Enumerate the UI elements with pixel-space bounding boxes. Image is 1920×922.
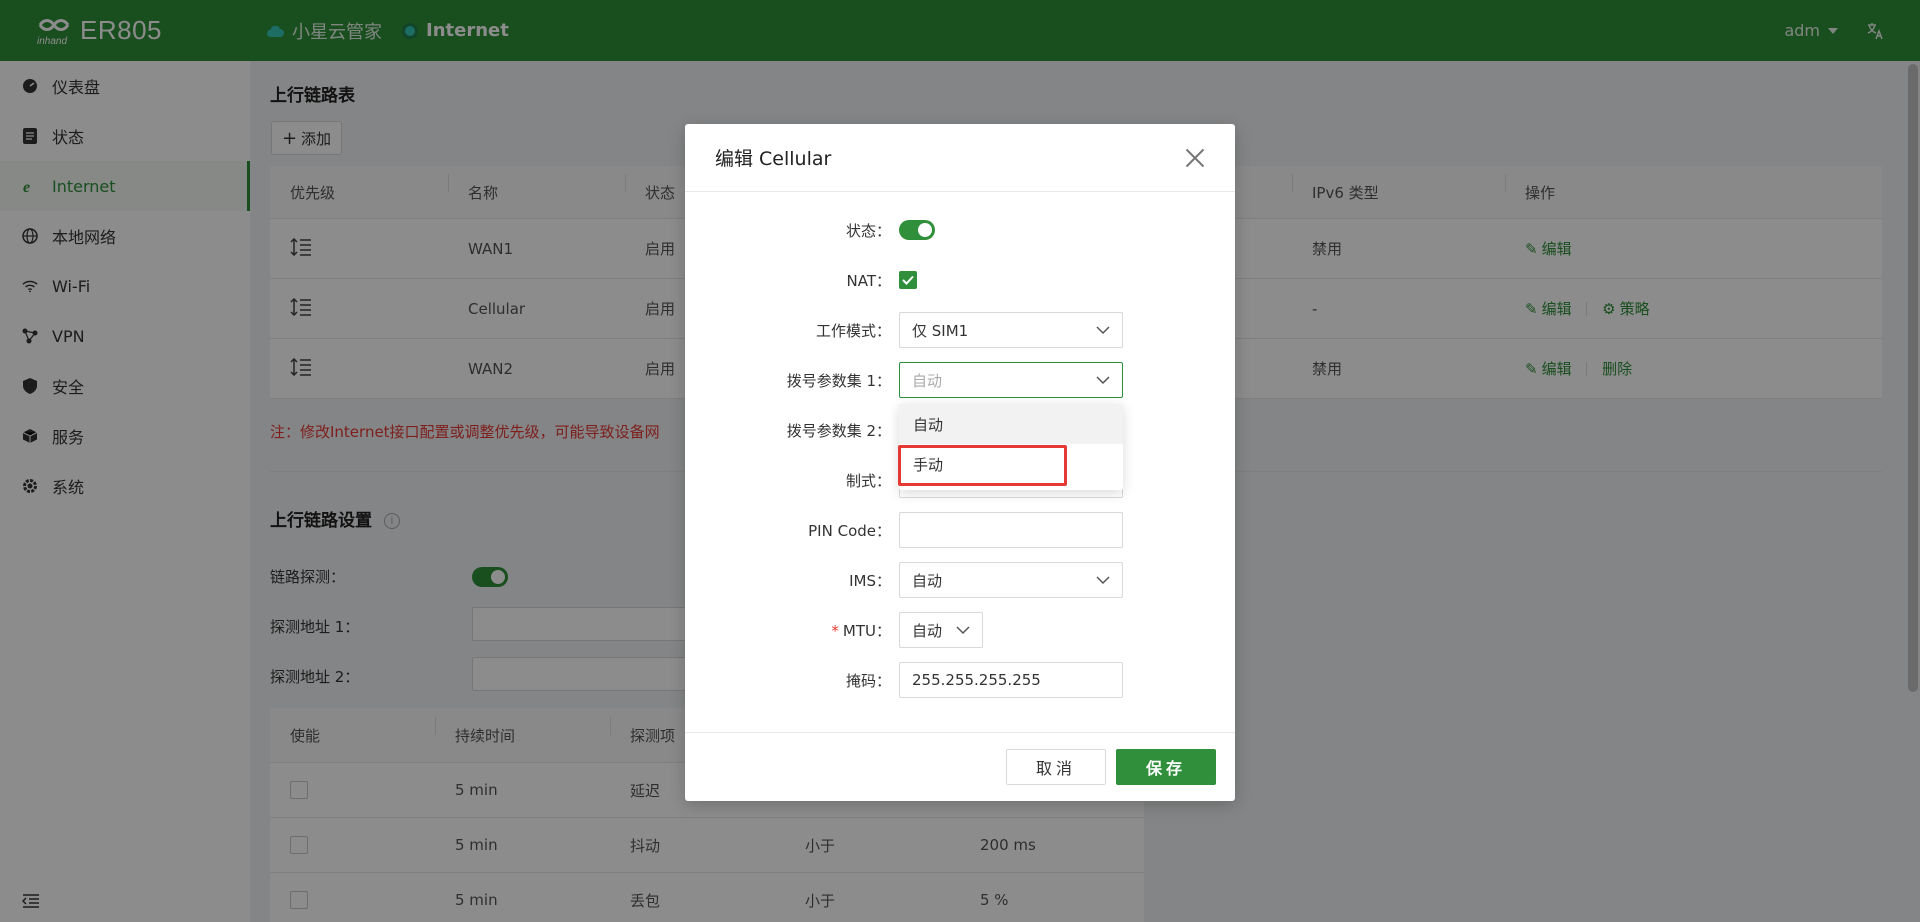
dial-param-1-select[interactable]: 自动 xyxy=(899,362,1123,398)
required-asterisk: * xyxy=(831,621,839,640)
check-icon xyxy=(902,275,914,285)
highlight-box xyxy=(898,445,1067,486)
dial-param-2-label: 拨号参数集 2： xyxy=(786,421,891,440)
work-mode-value: 仅 SIM1 xyxy=(912,321,969,340)
dropdown-option-auto[interactable]: 自动 xyxy=(899,404,1123,444)
chevron-down-icon xyxy=(956,626,970,635)
dial-param-1-placeholder: 自动 xyxy=(912,371,943,390)
status-label: 状态： xyxy=(845,221,891,240)
mtu-label: * MTU： xyxy=(685,620,899,641)
nat-label: NAT： xyxy=(846,271,891,290)
cancel-button[interactable]: 取消 xyxy=(1006,749,1106,785)
mask-label: 掩码： xyxy=(845,671,891,690)
dialog-footer: 取消 保存 xyxy=(685,732,1235,801)
mask-input[interactable]: 255.255.255.255 xyxy=(899,662,1123,698)
work-mode-label: 工作模式： xyxy=(815,321,891,340)
chevron-down-icon xyxy=(1096,376,1110,385)
nat-checkbox[interactable] xyxy=(899,271,917,289)
work-mode-select[interactable]: 仅 SIM1 xyxy=(899,312,1123,348)
mtu-label-text: MTU： xyxy=(842,621,891,640)
chevron-down-icon xyxy=(1096,576,1110,585)
network-mode-label: 制式： xyxy=(845,471,891,490)
dialog-title: 编辑 Cellular xyxy=(715,148,832,170)
dial-param-1-label: 拨号参数集 1： xyxy=(786,371,891,390)
mtu-select[interactable]: 自动 xyxy=(899,612,983,648)
mtu-value: 自动 xyxy=(912,621,943,640)
pin-code-input[interactable] xyxy=(899,512,1123,548)
status-toggle[interactable] xyxy=(899,220,935,240)
chevron-down-icon xyxy=(1096,326,1110,335)
ims-select[interactable]: 自动 xyxy=(899,562,1123,598)
ims-label: IMS： xyxy=(849,571,891,590)
ims-value: 自动 xyxy=(912,571,943,590)
pin-code-label: PIN Code： xyxy=(808,521,891,540)
close-icon[interactable] xyxy=(1185,148,1205,168)
save-button[interactable]: 保存 xyxy=(1116,749,1216,785)
